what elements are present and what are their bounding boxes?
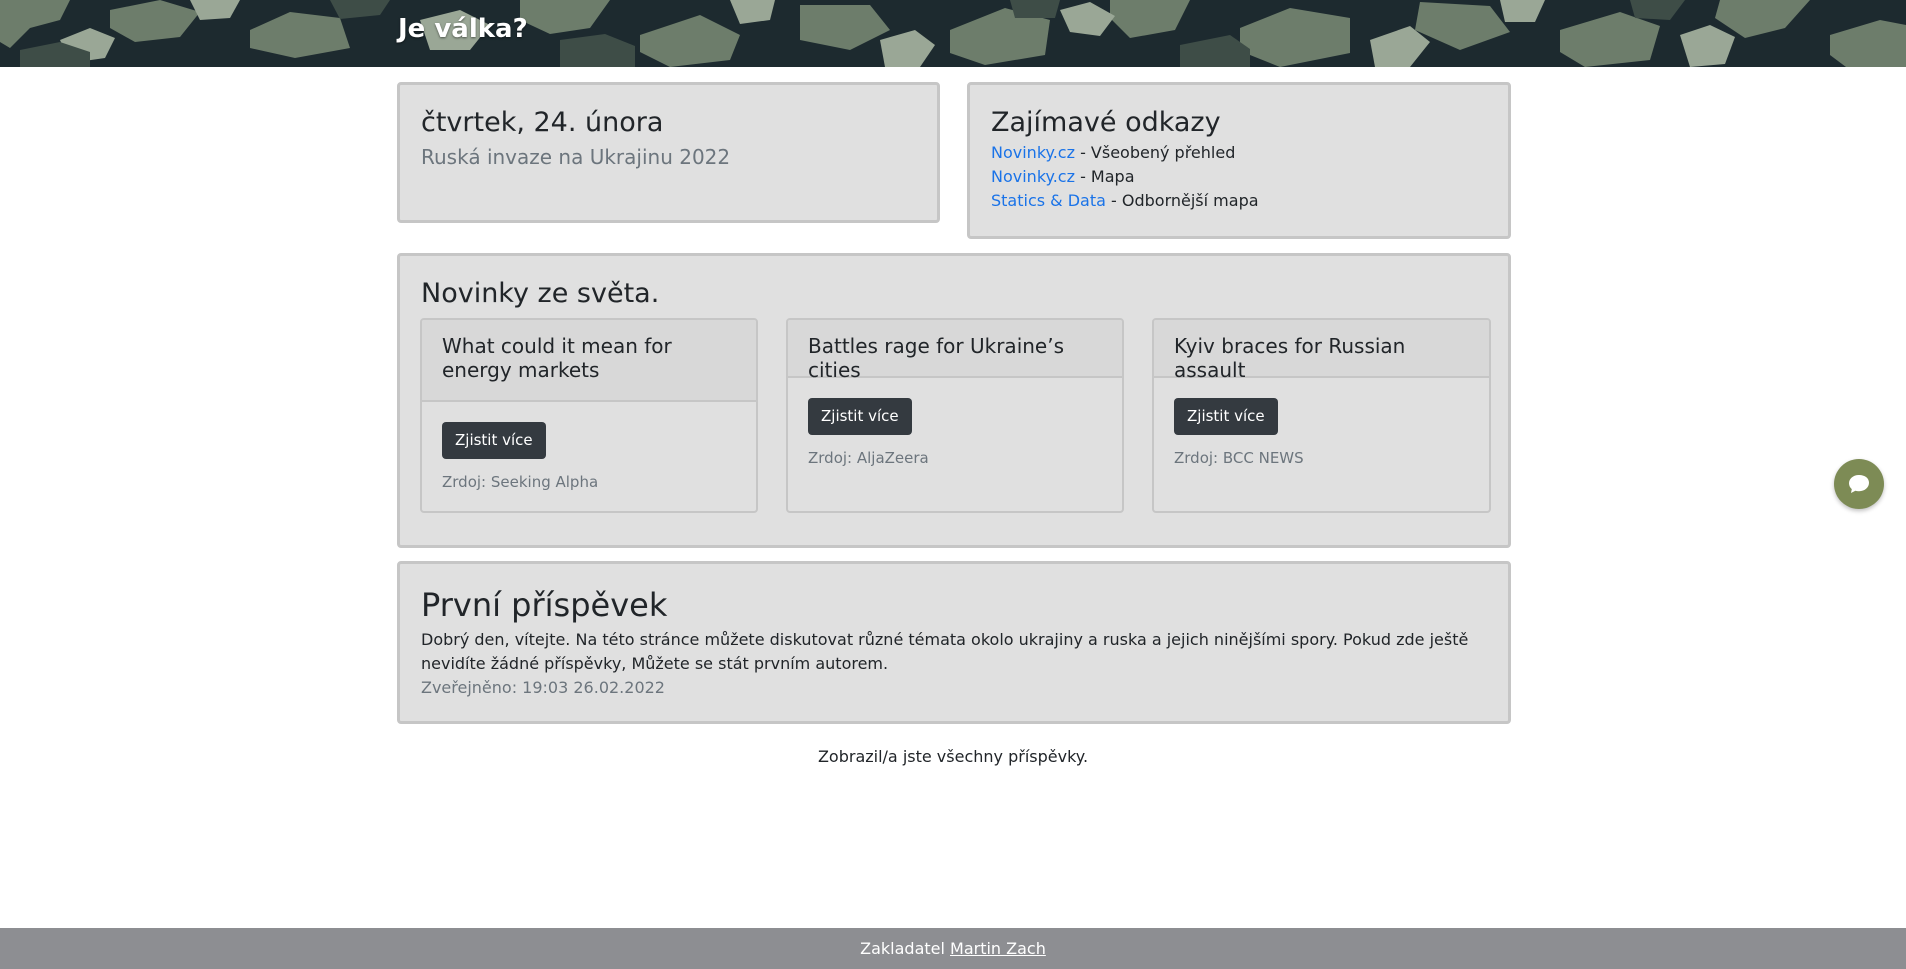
link-novinky-overview[interactable]: Novinky.cz xyxy=(991,143,1075,162)
news-source: Zrdoj: Seeking Alpha xyxy=(442,473,599,491)
learn-more-button[interactable]: Zjistit více xyxy=(442,422,546,459)
learn-more-button[interactable]: Zjistit více xyxy=(808,398,912,435)
footer-author-link[interactable]: Martin Zach xyxy=(950,939,1046,958)
post-body: Dobrý den, vítejte. Na této stránce může… xyxy=(421,630,1469,674)
news-section-title: Novinky ze světa. xyxy=(421,278,660,309)
all-posts-message: Zobrazil/a jste všechny příspěvky. xyxy=(817,747,1089,766)
links-list: Novinky.cz - Všeobený přehled Novinky.cz… xyxy=(991,141,1486,213)
chat-button[interactable] xyxy=(1834,459,1884,509)
news-headline: What could it mean for energy markets xyxy=(422,320,756,402)
date-card: čtvrtek, 24. února Ruská invaze na Ukraj… xyxy=(397,82,940,223)
link-item: Novinky.cz - Všeobený přehled xyxy=(991,141,1486,165)
link-novinky-map[interactable]: Novinky.cz xyxy=(991,167,1075,186)
news-body: Zjistit více Zrdoj: Seeking Alpha xyxy=(422,402,756,491)
link-description: - Odbornější mapa xyxy=(1105,191,1259,211)
camouflage-pattern xyxy=(0,0,1906,67)
news-body: Zjistit více Zrdoj: AljaZeera xyxy=(788,378,1122,467)
news-body: Zjistit více Zrdoj: BCC NEWS xyxy=(1154,378,1489,467)
link-item: Statics & Data - Odbornější mapa xyxy=(991,189,1486,213)
post-title: První příspěvek xyxy=(421,586,668,624)
link-statics-data[interactable]: Statics & Data xyxy=(991,191,1106,210)
news-card: What could it mean for energy markets Zj… xyxy=(420,318,758,513)
top-navbar: Je válka? xyxy=(0,0,1906,67)
chat-bubble-icon xyxy=(1849,475,1869,493)
site-brand-link[interactable]: Je válka? xyxy=(398,14,528,44)
news-source: Zrdoj: BCC NEWS xyxy=(1174,449,1304,467)
date-subtitle: Ruská invaze na Ukrajinu 2022 xyxy=(421,145,731,170)
news-card: Kyiv braces for Russian assault Zjistit … xyxy=(1152,318,1491,513)
links-title: Zajímavé odkazy xyxy=(991,107,1221,138)
footer: Zakladatel Martin Zach xyxy=(0,928,1906,969)
learn-more-button[interactable]: Zjistit více xyxy=(1174,398,1278,435)
post-card: První příspěvek Dobrý den, vítejte. Na t… xyxy=(397,561,1511,724)
news-source: Zrdoj: AljaZeera xyxy=(808,449,929,467)
news-headline: Battles rage for Ukraine’s cities xyxy=(788,320,1122,382)
news-card: Battles rage for Ukraine’s cities Zjisti… xyxy=(786,318,1124,513)
link-description: - Všeobený přehled xyxy=(1074,143,1236,163)
news-section: Novinky ze světa. What could it mean for… xyxy=(397,253,1511,548)
link-description: - Mapa xyxy=(1074,167,1135,187)
link-item: Novinky.cz - Mapa xyxy=(991,165,1486,189)
post-published-date: Zveřejněno: 19:03 26.02.2022 xyxy=(421,678,665,698)
date-title: čtvrtek, 24. února xyxy=(421,107,664,138)
links-card: Zajímavé odkazy Novinky.cz - Všeobený př… xyxy=(967,82,1511,239)
footer-prefix: Zakladatel xyxy=(860,939,951,958)
news-headline: Kyiv braces for Russian assault xyxy=(1154,320,1489,382)
